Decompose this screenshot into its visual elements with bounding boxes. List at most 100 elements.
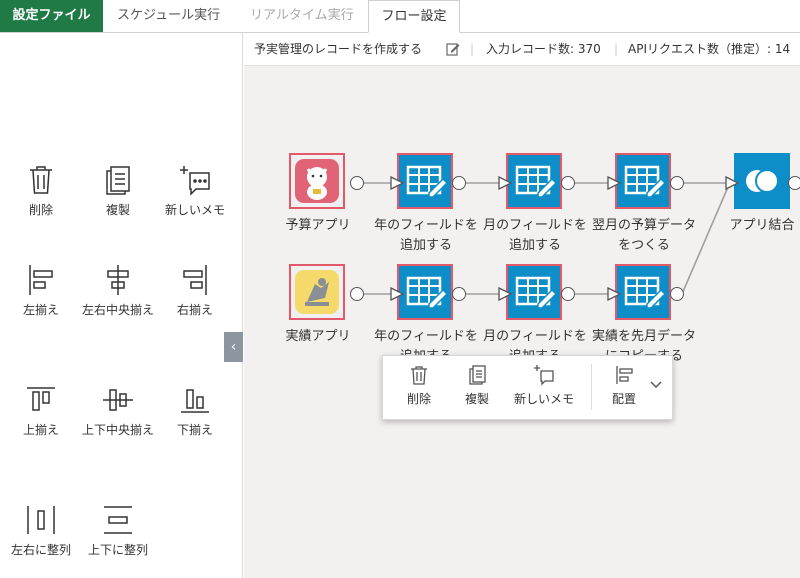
month-field-node-1[interactable]	[506, 153, 562, 209]
popup-arrange-button[interactable]: 配置	[601, 364, 647, 407]
align-bottom-tool[interactable]: 下揃え	[156, 383, 234, 439]
align-right-tool[interactable]: 右揃え	[156, 263, 234, 319]
input-port-arrow	[607, 287, 621, 301]
budget-app-node[interactable]	[289, 153, 345, 209]
output-port[interactable]	[561, 176, 575, 190]
align-top-tool[interactable]: 上揃え	[2, 383, 80, 439]
new-memo-tool-label: 新しいメモ	[164, 203, 225, 217]
year-field-node-2[interactable]	[397, 264, 453, 320]
lucky-cat-icon	[295, 159, 339, 203]
align-bottom-label: 下揃え	[176, 423, 213, 437]
align-right-icon	[183, 265, 207, 295]
align-left-icon	[616, 366, 633, 384]
delete-tool[interactable]: 削除	[2, 163, 80, 219]
output-port[interactable]	[350, 287, 364, 301]
popup-copy-button[interactable]: 複製	[457, 364, 497, 407]
popup-memo-button[interactable]: 新しいメモ	[507, 364, 581, 407]
align-vcenter-icon	[103, 389, 133, 411]
year-field-node-1[interactable]	[397, 153, 453, 209]
month-field-label-1: 月のフィールドを追加する	[483, 218, 587, 253]
table-edit-icon	[406, 165, 449, 198]
join-label: アプリ結合	[729, 218, 795, 233]
copy-icon	[106, 166, 130, 195]
next-month-node[interactable]	[615, 153, 671, 209]
separator: |	[470, 42, 475, 56]
divider	[591, 364, 592, 410]
flow-name: 予実管理のレコードを作成する	[254, 42, 423, 56]
input-port-arrow	[390, 287, 404, 301]
budget-app-label: 予算アプリ	[285, 218, 351, 233]
align-right-label: 右揃え	[176, 303, 213, 317]
align-top-icon	[27, 387, 55, 411]
table-edit-icon	[624, 165, 667, 198]
next-month-label: 翌月の予算データをつくる	[591, 218, 696, 253]
collapse-panel-button[interactable]: ‹	[224, 332, 243, 362]
trash-icon	[30, 166, 52, 194]
output-port[interactable]	[452, 287, 466, 301]
join-icon	[746, 169, 779, 193]
new-memo-tool[interactable]: 新しいメモ	[156, 163, 234, 219]
edit-icon[interactable]	[446, 42, 460, 56]
month-field-node-2[interactable]	[506, 264, 562, 320]
tab-realtime[interactable]: リアルタイム実行	[240, 0, 364, 32]
align-left-tool[interactable]: 左揃え	[2, 263, 80, 319]
selection-toolbar: 削除 複製 新しいメモ 配置	[382, 355, 673, 420]
actual-app-label: 実績アプリ	[285, 329, 351, 344]
copy-tool[interactable]: 複製	[79, 163, 157, 219]
align-left-icon	[29, 265, 53, 295]
actual-app-node[interactable]	[289, 264, 345, 320]
year-field-label-1: 年のフィールドを追加する	[374, 218, 478, 253]
distribute-horizontal-icon	[27, 506, 55, 534]
distribute-v-label: 上下に整列	[87, 543, 148, 557]
input-port-arrow	[725, 176, 739, 190]
chevron-down-icon[interactable]	[649, 380, 663, 390]
input-port-arrow	[607, 176, 621, 190]
tab-settings-file[interactable]: 設定ファイル	[0, 0, 103, 32]
distribute-h-label: 左右に整列	[10, 543, 71, 557]
distribute-h-tool[interactable]: 左右に整列	[2, 503, 80, 559]
output-port[interactable]	[670, 176, 684, 190]
tab-schedule[interactable]: スケジュール実行	[107, 0, 230, 32]
tab-bar: 設定ファイル スケジュール実行 リアルタイム実行 フロー設定	[0, 0, 800, 33]
popup-memo-label: 新しいメモ	[513, 392, 574, 406]
output-port[interactable]	[561, 287, 575, 301]
popup-delete-button[interactable]: 削除	[399, 364, 439, 407]
flow-canvas[interactable]: 予算アプリ 年のフィールドを追加する 月のフィールドを追加する 翌月の予算データ…	[244, 66, 800, 578]
align-hcenter-icon	[107, 265, 129, 295]
popup-copy-label: 複製	[464, 392, 489, 406]
tab-flow-settings[interactable]: フロー設定	[368, 0, 460, 33]
output-port[interactable]	[350, 176, 364, 190]
table-edit-icon	[515, 165, 558, 198]
align-hcenter-tool[interactable]: 左右中央揃え	[79, 263, 157, 319]
connector-lines	[357, 182, 729, 295]
align-vcenter-label: 上下中央揃え	[81, 423, 154, 437]
flow-info-bar: 予実管理のレコードを作成する | 入力レコード数: 370 | APIリクエスト…	[244, 33, 800, 66]
input-port-arrow	[498, 287, 512, 301]
popup-delete-label: 削除	[406, 392, 431, 406]
chevron-left-icon: ‹	[230, 339, 237, 355]
align-left-label: 左揃え	[22, 303, 59, 317]
align-bottom-icon	[181, 389, 209, 413]
output-port[interactable]	[452, 176, 466, 190]
copy-prev-node[interactable]	[615, 264, 671, 320]
align-vcenter-tool[interactable]: 上下中央揃え	[79, 383, 157, 439]
distribute-vertical-icon	[104, 506, 132, 534]
table-edit-icon	[406, 276, 449, 309]
output-port[interactable]	[788, 176, 800, 190]
table-edit-icon	[624, 276, 667, 309]
input-record-count: 入力レコード数: 370	[486, 42, 601, 56]
popup-arrange-label: 配置	[611, 392, 636, 406]
output-port[interactable]	[670, 287, 684, 301]
input-port-arrow	[498, 176, 512, 190]
delete-tool-label: 削除	[28, 203, 53, 217]
memo-icon	[534, 365, 554, 386]
separator: |	[614, 42, 619, 56]
api-request-count: APIリクエスト数（推定）: 14	[628, 42, 791, 56]
trophy-cat-icon	[295, 270, 339, 314]
memo-icon	[180, 166, 210, 196]
input-port-arrow	[390, 176, 404, 190]
distribute-v-tool[interactable]: 上下に整列	[79, 503, 157, 559]
copy-icon	[469, 365, 486, 385]
join-node[interactable]	[734, 153, 790, 209]
tool-panel: 削除 複製 新しいメモ 左揃え 左右中央揃え 右揃え 上揃え 上下中央揃え 下揃…	[0, 33, 243, 578]
